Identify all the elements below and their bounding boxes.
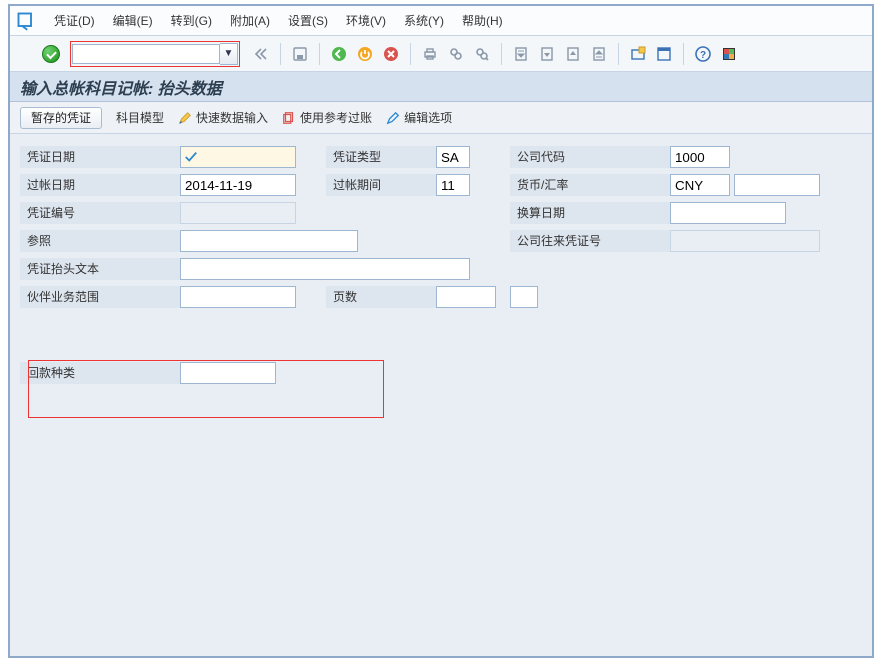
pages-input[interactable] <box>436 286 496 308</box>
back-double-icon[interactable] <box>250 43 272 65</box>
doc-type-input[interactable] <box>436 146 470 168</box>
help-icon[interactable]: ? <box>692 43 714 65</box>
menu-overflow-icon[interactable] <box>16 11 36 31</box>
post-date-input[interactable] <box>180 174 296 196</box>
translation-date-input[interactable] <box>670 202 786 224</box>
toolbar-separator <box>501 43 502 65</box>
menu-goto[interactable]: 转到(G) <box>171 12 212 29</box>
pencil-icon <box>178 111 192 125</box>
header-text-label: 凭证抬头文本 <box>20 258 180 280</box>
return-type-label: 回款种类 <box>20 362 180 384</box>
toolbar-separator <box>618 43 619 65</box>
svg-text:?: ? <box>700 50 706 61</box>
first-page-icon[interactable] <box>510 43 532 65</box>
partner-ba-label: 伙伴业务范围 <box>20 286 180 308</box>
partner-ba-input[interactable] <box>180 286 296 308</box>
layout-icon[interactable] <box>653 43 675 65</box>
held-docs-button[interactable]: 暂存的凭证 <box>20 107 102 129</box>
edit-options-link[interactable]: 编辑选项 <box>386 109 452 126</box>
next-page-icon[interactable] <box>562 43 584 65</box>
cross-cc-no-label: 公司往来凭证号 <box>510 230 670 252</box>
pencil-blue-icon <box>386 111 400 125</box>
post-with-ref-label: 使用参考过账 <box>300 109 372 126</box>
account-model-link[interactable]: 科目模型 <box>116 109 164 126</box>
fast-entry-link[interactable]: 快速数据输入 <box>178 109 268 126</box>
new-session-icon[interactable] <box>627 43 649 65</box>
menu-voucher[interactable]: 凭证(D) <box>54 12 95 29</box>
currency-input[interactable] <box>670 174 730 196</box>
pages-of-input[interactable] <box>510 286 538 308</box>
post-with-ref-link[interactable]: 使用参考过账 <box>282 109 372 126</box>
back-icon[interactable] <box>328 43 350 65</box>
command-input[interactable] <box>72 44 220 64</box>
reference-label: 参照 <box>20 230 180 252</box>
form-area: 凭证日期 凭证类型 公司代码 过帐日期 过帐期间 货币/汇率 凭证编号 <box>10 134 872 656</box>
period-input[interactable] <box>436 174 470 196</box>
exchange-rate-input[interactable] <box>734 174 820 196</box>
doc-no-input <box>180 202 296 224</box>
subtoolbar: 暂存的凭证 科目模型 快速数据输入 使用参考过账 编辑选项 <box>10 102 872 134</box>
command-field-wrap: ▼ <box>70 41 240 67</box>
enter-icon[interactable] <box>42 45 60 63</box>
fast-entry-label: 快速数据输入 <box>196 109 268 126</box>
pages-label: 页数 <box>326 286 436 308</box>
exit-icon[interactable] <box>354 43 376 65</box>
doc-date-label: 凭证日期 <box>20 146 180 168</box>
command-dropdown-icon[interactable]: ▼ <box>220 43 238 65</box>
find-icon[interactable] <box>445 43 467 65</box>
reference-input[interactable] <box>180 230 358 252</box>
company-code-label: 公司代码 <box>510 146 670 168</box>
return-type-input[interactable] <box>180 362 276 384</box>
menu-env[interactable]: 环境(V) <box>346 12 386 29</box>
cross-cc-no-input <box>670 230 820 252</box>
doc-type-label: 凭证类型 <box>326 146 436 168</box>
required-check-icon <box>184 150 198 164</box>
prev-page-icon[interactable] <box>536 43 558 65</box>
toolbar-separator <box>280 43 281 65</box>
customize-icon[interactable] <box>718 43 740 65</box>
menubar: 凭证(D) 编辑(E) 转到(G) 附加(A) 设置(S) 环境(V) 系统(Y… <box>10 6 872 36</box>
company-code-input[interactable] <box>670 146 730 168</box>
header-text-input[interactable] <box>180 258 470 280</box>
period-label: 过帐期间 <box>326 174 436 196</box>
menu-extra[interactable]: 附加(A) <box>230 12 270 29</box>
menu-help[interactable]: 帮助(H) <box>462 12 503 29</box>
toolbar-separator <box>683 43 684 65</box>
edit-options-label: 编辑选项 <box>404 109 452 126</box>
toolbar-separator <box>319 43 320 65</box>
doc-no-label: 凭证编号 <box>20 202 180 224</box>
titlebar: 输入总帐科目记帐: 抬头数据 <box>10 72 872 102</box>
toolbar-separator <box>410 43 411 65</box>
find-next-icon[interactable] <box>471 43 493 65</box>
menu-edit[interactable]: 编辑(E) <box>113 12 153 29</box>
cancel-icon[interactable] <box>380 43 402 65</box>
print-icon[interactable] <box>419 43 441 65</box>
copy-icon <box>282 111 296 125</box>
app-window: 凭证(D) 编辑(E) 转到(G) 附加(A) 设置(S) 环境(V) 系统(Y… <box>8 4 874 658</box>
menu-settings[interactable]: 设置(S) <box>288 12 328 29</box>
page-title: 输入总帐科目记帐: 抬头数据 <box>20 75 222 99</box>
currency-label: 货币/汇率 <box>510 174 670 196</box>
menu-system[interactable]: 系统(Y) <box>404 12 444 29</box>
toolbar: ▼ <box>10 36 872 72</box>
save-icon[interactable] <box>289 43 311 65</box>
last-page-icon[interactable] <box>588 43 610 65</box>
translation-date-label: 换算日期 <box>510 202 670 224</box>
post-date-label: 过帐日期 <box>20 174 180 196</box>
